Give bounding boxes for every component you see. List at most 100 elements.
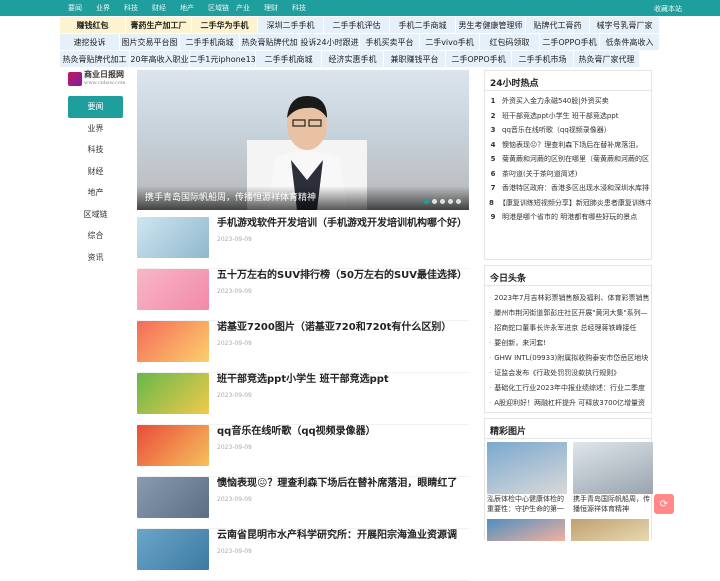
favorite-site-link[interactable]: 收藏本站	[654, 4, 682, 14]
hot-link[interactable]: 低条件高收入	[600, 34, 660, 50]
article-thumbnail[interactable]	[137, 425, 209, 466]
sidebar-item[interactable]: 地产	[68, 182, 123, 204]
back-to-top-button[interactable]: ⟳	[654, 494, 674, 514]
hot24-item[interactable]: 4 懊恼表现😖？理查利森下场后在替补席落泪，	[485, 138, 651, 153]
top-nav-item[interactable]: 科技	[124, 3, 152, 13]
article-item[interactable]: 班干部竞选ppt小学生 班干部竞选ppt 2023-09-09	[137, 373, 469, 425]
hot24-item-title[interactable]: 明港是哪个省市的 明港都有哪些好玩的景点	[502, 212, 637, 222]
article-thumbnail[interactable]	[137, 321, 209, 362]
pic-item[interactable]: 携手青岛国际帆船周，传播恒源祥体育精神	[573, 442, 653, 514]
article-thumbnail[interactable]	[137, 477, 209, 518]
slider-caption[interactable]: 携手青岛国际帆船周，传播恒源祥体育精神	[137, 186, 469, 210]
top-nav-item[interactable]: 地产	[180, 3, 208, 13]
article-title[interactable]: 云南省昆明市水产科学研究所：开展阳宗海渔业资源调	[217, 529, 469, 542]
article-title[interactable]: 手机游戏软件开发培训（手机游戏开发培训机构哪个好）	[217, 217, 469, 230]
hot-link[interactable]: 膏药生产加工厂	[126, 17, 192, 33]
sidebar-item[interactable]: 资讯	[68, 247, 123, 269]
slider-dot[interactable]	[440, 199, 445, 204]
article-item[interactable]: 懊恼表现😖？理查利森下场后在替补席落泪，眼睛红了 2023-09-09	[137, 477, 469, 529]
top-nav-item[interactable]: 区域链	[208, 3, 236, 13]
hot-link[interactable]: 深圳二手手机	[258, 17, 324, 33]
top-nav-item[interactable]: 财经	[152, 3, 180, 13]
slider-dot[interactable]	[448, 199, 453, 204]
hot-link[interactable]: 20年高收入职业	[130, 51, 190, 67]
hot-link[interactable]: 二手OPPO手机	[540, 34, 600, 50]
top-nav-item[interactable]: 理财	[264, 3, 292, 13]
hot-link[interactable]: 械字号乳膏厂家	[590, 17, 660, 33]
article-item[interactable]: qq音乐在线听歌（qq视频录像器） 2023-09-09	[137, 425, 469, 477]
sidebar-item[interactable]: 财经	[68, 161, 123, 183]
hot-link[interactable]: 二手手机商城	[180, 34, 240, 50]
hot24-item[interactable]: 6 茶叼道(关于茶叼道简述)	[485, 167, 651, 182]
pic-caption[interactable]: 泓辰体检中心健康体检的重要性：守护生命的第一	[487, 494, 567, 514]
hot24-item-title[interactable]: 菊黄蕨和河蕨的区别在哪里（菊黄蕨和河蕨的区	[502, 154, 649, 164]
hot24-item[interactable]: 1 外资买入金力永磁540股|外资买卖	[485, 94, 651, 109]
hot-link[interactable]: 热灸膏贴牌代加	[240, 34, 300, 50]
hot-link[interactable]: 热灸膏厂家代理	[574, 51, 640, 67]
article-thumbnail[interactable]	[137, 373, 209, 414]
today-item[interactable]: 滕州市荆河街道郭彭庄社区开展"黄河大集"系列—	[485, 305, 651, 320]
pic-image[interactable]	[573, 442, 653, 494]
hot-link[interactable]: 速挖投诉	[60, 34, 120, 50]
top-nav-item[interactable]: 业界	[96, 3, 124, 13]
hot-link[interactable]: 男生考健康管理师	[456, 17, 526, 33]
article-title[interactable]: 懊恼表现😖？理查利森下场后在替补席落泪，眼睛红了	[217, 477, 469, 490]
today-item[interactable]: 基础化工行业2023年中报业绩综述：行业二季度	[485, 380, 651, 395]
hot-link[interactable]: 二手手机市场	[512, 51, 574, 67]
article-item[interactable]: 云南省昆明市水产科学研究所：开展阳宗海渔业资源调 2023-09-09	[137, 529, 469, 581]
hot24-item[interactable]: 5 菊黄蕨和河蕨的区别在哪里（菊黄蕨和河蕨的区	[485, 152, 651, 167]
article-item[interactable]: 五十万左右的SUV排行榜（50万左右的SUV最佳选择） 2023-09-09	[137, 269, 469, 321]
slider-dot[interactable]	[424, 199, 429, 204]
hot-link[interactable]: 二手手机评估	[324, 17, 390, 33]
featured-slider[interactable]: 携手青岛国际帆船周，传播恒源祥体育精神	[137, 70, 469, 210]
article-thumbnail[interactable]	[137, 529, 209, 570]
article-thumbnail[interactable]	[137, 217, 209, 258]
hot24-item-title[interactable]: 茶叼道(关于茶叼道简述)	[502, 169, 577, 179]
slider-dot[interactable]	[456, 199, 461, 204]
sidebar-item[interactable]: 综合	[68, 225, 123, 247]
hot-link[interactable]: 图片交易平台图	[120, 34, 180, 50]
pic-caption[interactable]: 携手青岛国际帆船周，传播恒源祥体育精神	[573, 494, 653, 514]
hot24-item[interactable]: 8 【康复训练短视频分享】新冠肺炎患者康复训练中	[485, 196, 651, 211]
top-nav-item[interactable]: 科技	[292, 3, 320, 13]
article-title[interactable]: qq音乐在线听歌（qq视频录像器）	[217, 425, 469, 438]
pic-item[interactable]: 泓辰体检中心健康体检的重要性：守护生命的第一	[487, 442, 567, 514]
hot-link[interactable]: 二手vivo手机	[420, 34, 480, 50]
hot24-item[interactable]: 9 明港是哪个省市的 明港都有哪些好玩的景点	[485, 210, 651, 225]
article-item[interactable]: 手机游戏软件开发培训（手机游戏开发培训机构哪个好） 2023-09-09	[137, 217, 469, 269]
hot-link[interactable]: 二手OPPO手机	[446, 51, 512, 67]
hot24-item[interactable]: 3 qq音乐在线听歌（qq视频录像器）	[485, 123, 651, 138]
hot-link[interactable]: 投诉24小时跟进	[300, 34, 360, 50]
today-item[interactable]: 证监会发布《行政处罚罚没款执行规则》	[485, 365, 651, 380]
sidebar-item[interactable]: 要闻	[68, 96, 123, 118]
article-thumbnail[interactable]	[137, 269, 209, 310]
hot-link[interactable]: 贴牌代工膏药	[526, 17, 590, 33]
sidebar-item[interactable]: 区域链	[68, 204, 123, 226]
hot24-item[interactable]: 2 班干部竞选ppt小学生 班干部竞选ppt	[485, 109, 651, 124]
today-item[interactable]: 招商蛇口董事长许永军进京 总经理蒋铁峰接任	[485, 320, 651, 335]
top-nav-item[interactable]: 要闻	[68, 3, 96, 13]
site-logo[interactable]: 商业日报网 www.cnbsw.com	[68, 70, 128, 88]
hot24-item-title[interactable]: qq音乐在线听歌（qq视频录像器）	[502, 125, 611, 135]
pic-image[interactable]	[487, 519, 565, 541]
hot-link[interactable]: 兼职赚钱平台	[384, 51, 446, 67]
hot-link[interactable]: 二手华为手机	[192, 17, 258, 33]
today-item[interactable]: A股迎利好！两融杠杆提升 可释放3700亿增量资	[485, 395, 651, 410]
article-title[interactable]: 五十万左右的SUV排行榜（50万左右的SUV最佳选择）	[217, 269, 469, 282]
hot24-item[interactable]: 7 香港特区政府：香港多区出现水浸和深圳水库排	[485, 181, 651, 196]
hot-link[interactable]: 赚钱红包	[60, 17, 126, 33]
article-title[interactable]: 班干部竞选ppt小学生 班干部竞选ppt	[217, 373, 469, 386]
slider-dot[interactable]	[432, 199, 437, 204]
hot-link[interactable]: 经济实惠手机	[322, 51, 384, 67]
hot24-item-title[interactable]: 香港特区政府：香港多区出现水浸和深圳水库排	[502, 183, 649, 193]
hot-link[interactable]: 热灸膏贴牌代加工	[60, 51, 130, 67]
hot24-item-title[interactable]: 班干部竞选ppt小学生 班干部竞选ppt	[502, 111, 619, 121]
hot-link[interactable]: 二手手机商城	[256, 51, 322, 67]
today-item[interactable]: 2023年7月吉林彩票销售额及福利、体育彩票销售	[485, 290, 651, 305]
top-nav-item[interactable]: 产业	[236, 3, 264, 13]
hot-link[interactable]: 手机二手商城	[390, 17, 456, 33]
hot24-item-title[interactable]: 外资买入金力永磁540股|外资买卖	[502, 96, 609, 106]
pic-image[interactable]	[487, 442, 567, 494]
hot24-item-title[interactable]: 【康复训练短视频分享】新冠肺炎患者康复训练中	[499, 198, 651, 208]
sidebar-item[interactable]: 科技	[68, 139, 123, 161]
